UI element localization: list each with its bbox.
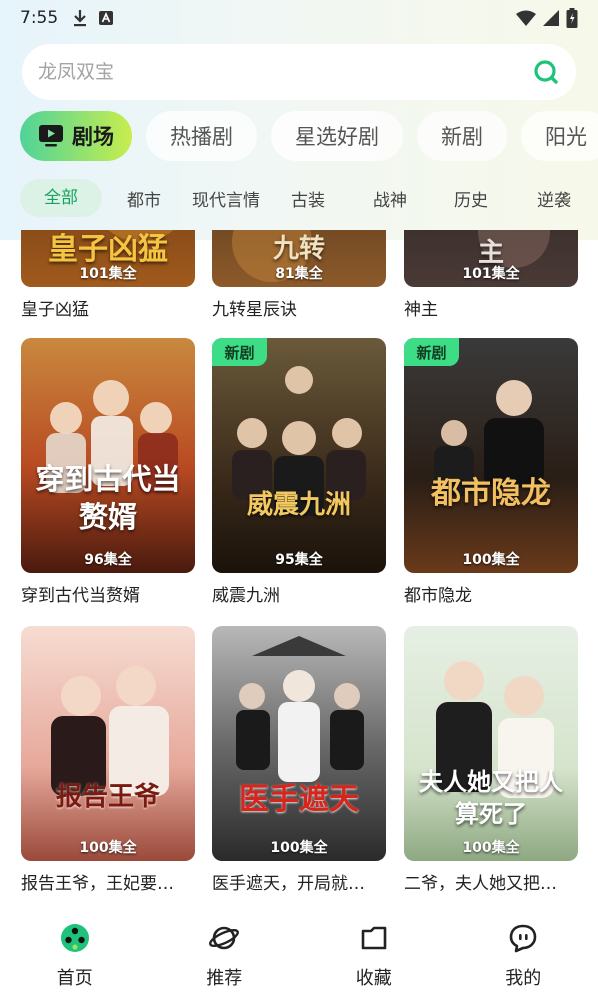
drama-poster: 报告王爷 100集全 [21, 626, 195, 861]
search-bar[interactable] [22, 44, 576, 100]
poster-title-art: 威震九洲 [246, 490, 351, 520]
genre-modern-romance[interactable]: 现代言情 [186, 186, 266, 211]
episode-count: 101集全 [79, 266, 137, 282]
tab-theater[interactable]: 剧场 [20, 111, 132, 161]
genre-tabs: 全部 都市 现代言情 古装 战神 历史 逆袭 [20, 178, 598, 218]
drama-grid: 皇子凶猛 101集全 皇子凶猛 九转 81集全 九转星辰诀 主 101集全 神主… [0, 230, 598, 908]
drama-card[interactable]: 新剧 威震九洲 95集全 威震九洲 [212, 338, 386, 606]
poster-title-art: 穿到古代当赘婿 [35, 462, 181, 534]
drama-poster: 新剧 威震九洲 95集全 [212, 338, 386, 573]
drama-card[interactable]: 九转 81集全 九转星辰诀 [212, 230, 386, 320]
drama-title[interactable]: 都市隐龙 [404, 581, 578, 606]
film-reel-icon [60, 924, 89, 952]
poster-title-art: 都市隐龙 [431, 476, 551, 511]
download-icon [74, 10, 87, 27]
drama-card[interactable]: 报告王爷 100集全 报告王爷，王妃要… [21, 626, 195, 894]
drama-title[interactable]: 医手遮天，开局就… [212, 869, 386, 894]
tv-play-icon [39, 125, 63, 147]
signal-icon [543, 10, 559, 26]
episode-count: 96集全 [84, 552, 132, 568]
search-icon[interactable] [532, 58, 560, 86]
nav-recommend-label: 推荐 [206, 968, 243, 989]
tab-theater-label: 剧场 [72, 125, 114, 149]
drama-title[interactable]: 报告王爷，王妃要… [21, 869, 195, 894]
genre-history[interactable]: 历史 [430, 186, 512, 211]
battery-icon [566, 8, 578, 28]
nav-home-label: 首页 [56, 968, 93, 989]
episode-count: 100集全 [79, 840, 137, 856]
nav-favorites[interactable]: 收藏 [299, 908, 449, 998]
drama-title[interactable]: 皇子凶猛 [21, 295, 195, 320]
drama-title[interactable]: 威震九洲 [212, 581, 386, 606]
drama-card[interactable]: 夫人她又把人算死了 100集全 二爷，夫人她又把… [404, 626, 578, 894]
episode-count: 95集全 [275, 552, 323, 568]
folder-icon [361, 926, 387, 950]
poster-title-art: 报告王爷 [55, 782, 160, 812]
drama-poster: 皇子凶猛 101集全 [21, 230, 195, 287]
nav-recommend[interactable]: 推荐 [150, 908, 300, 998]
drama-poster: 九转 81集全 [212, 230, 386, 287]
nav-home[interactable]: 首页 [0, 908, 150, 998]
bottom-nav: 首页 推荐 收藏 我的 [0, 908, 598, 998]
status-time: 7:55 [20, 8, 59, 28]
tab-hot[interactable]: 热播剧 [146, 111, 257, 161]
drama-poster: 主 101集全 [404, 230, 578, 287]
drama-card[interactable]: 主 101集全 神主 [404, 230, 578, 320]
episode-count: 100集全 [270, 840, 328, 856]
drama-card[interactable]: 新剧 都市隐龙 100集全 都市隐龙 [404, 338, 578, 606]
drama-title[interactable]: 穿到古代当赘婿 [21, 581, 195, 606]
search-input[interactable] [38, 52, 532, 92]
tab-sunshine[interactable]: 阳光 [521, 111, 598, 161]
drama-poster: 夫人她又把人算死了 100集全 [404, 626, 578, 861]
tab-star-picks[interactable]: 星选好剧 [271, 111, 403, 161]
nav-profile[interactable]: 我的 [449, 908, 598, 998]
category-tabs: 剧场 热播剧 星选好剧 新剧 阳光 [20, 110, 598, 162]
episode-count: 100集全 [462, 552, 520, 568]
drama-card[interactable]: 皇子凶猛 101集全 皇子凶猛 [21, 230, 195, 320]
poster-title-art: 九转 [272, 234, 325, 264]
drama-poster: 新剧 都市隐龙 100集全 [404, 338, 578, 573]
genre-war-god[interactable]: 战神 [350, 186, 430, 211]
tab-new[interactable]: 新剧 [417, 111, 507, 161]
drama-title[interactable]: 九转星辰诀 [212, 295, 386, 320]
genre-urban[interactable]: 都市 [102, 186, 186, 211]
chat-bubble-icon [509, 924, 537, 953]
wifi-icon [516, 10, 536, 26]
drama-card[interactable]: 医手遮天 100集全 医手遮天，开局就… [212, 626, 386, 894]
genre-costume[interactable]: 古装 [266, 186, 350, 211]
genre-all[interactable]: 全部 [20, 179, 102, 217]
new-badge: 新剧 [212, 338, 267, 366]
drama-poster: 医手遮天 100集全 [212, 626, 386, 861]
notification-a-icon [99, 11, 114, 25]
genre-comeback[interactable]: 逆袭 [512, 186, 596, 211]
episode-count: 81集全 [275, 266, 323, 282]
episode-count: 101集全 [462, 266, 520, 282]
poster-title-art: 夫人她又把人算死了 [419, 767, 563, 828]
drama-card[interactable]: 穿到古代当赘婿 96集全 穿到古代当赘婿 [21, 338, 195, 606]
planet-icon [209, 926, 240, 950]
drama-title[interactable]: 二爷，夫人她又把… [404, 869, 578, 894]
nav-favorites-label: 收藏 [355, 968, 392, 989]
episode-count: 100集全 [462, 840, 520, 856]
drama-title[interactable]: 神主 [404, 295, 578, 320]
drama-poster: 穿到古代当赘婿 96集全 [21, 338, 195, 573]
new-badge: 新剧 [404, 338, 459, 366]
poster-title-art: 医手遮天 [239, 782, 359, 817]
status-bar: 7:55 [0, 0, 598, 36]
nav-profile-label: 我的 [505, 968, 542, 989]
